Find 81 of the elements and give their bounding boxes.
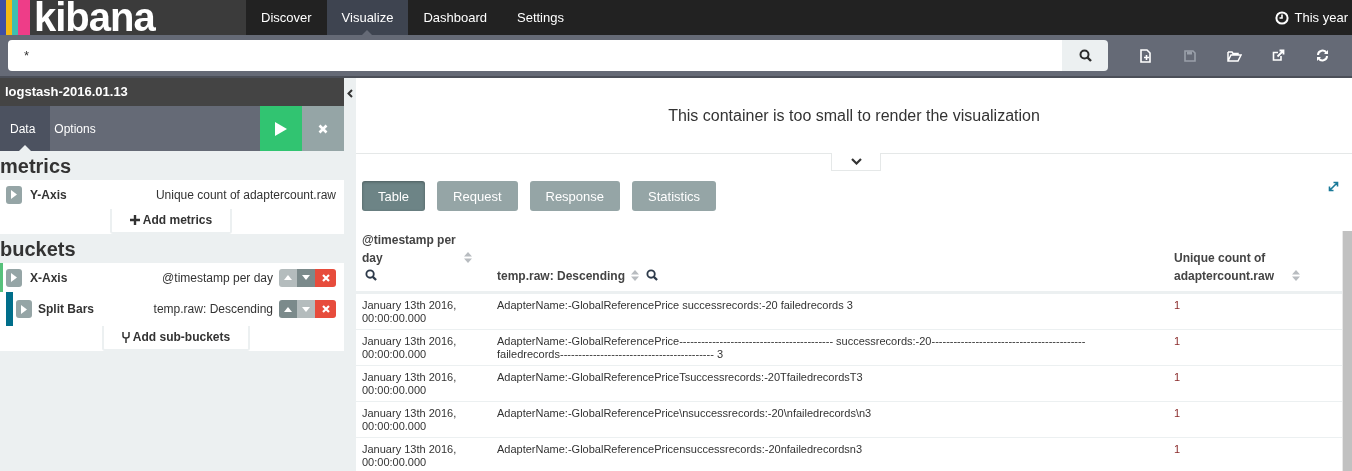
table-cell: 1 <box>1174 335 1181 347</box>
sort-icon[interactable] <box>1292 270 1301 281</box>
scrollbar[interactable] <box>1342 231 1352 471</box>
refresh-icon <box>1315 49 1329 62</box>
collapse-sidebar-button[interactable] <box>344 86 356 100</box>
toggle-inspector-button[interactable] <box>831 153 881 171</box>
column-header[interactable]: @timestamp per day <box>362 231 458 267</box>
search-field[interactable]: * <box>8 40 1062 71</box>
aggregation-label: X-Axis <box>30 270 68 285</box>
plus-icon <box>129 215 140 225</box>
fork-icon <box>121 331 130 343</box>
logo-stripes-icon <box>0 0 30 35</box>
caret-right-icon <box>11 273 17 282</box>
column-header[interactable]: Unique count of adaptercount.raw <box>1174 249 1286 285</box>
chevron-down-icon <box>850 158 862 165</box>
column-header[interactable]: temp.raw: Descending <box>497 267 626 285</box>
time-picker[interactable]: This year <box>1274 0 1348 35</box>
add-button[interactable]: Add metrics <box>109 209 233 234</box>
table-cell: January 13th 2016, 00:00:00.000 <box>362 335 457 360</box>
section-heading: buckets <box>0 237 77 262</box>
aggregation-description: temp.raw: Descending <box>152 302 273 316</box>
table-cell: AdapterName:-GlobalReferencePricensuccessrecords:-20nfailedrecordsn3 <box>497 443 862 455</box>
triangle-down-icon <box>302 306 310 312</box>
table-cell: AdapterName:-GlobalReferencePrice------------------------------------------ successrecords:-20------------------------------------------ failedrecords------------------------------------------ 3 <box>497 335 1086 360</box>
search-button[interactable] <box>1062 40 1108 71</box>
table-cell: AdapterName:-GlobalReferencePriceTsuccessrecords:-20TfailedrecordsT3 <box>497 371 863 383</box>
sort-icon[interactable] <box>464 252 473 263</box>
table-cell: January 13th 2016, 00:00:00.000 <box>362 371 457 396</box>
expand-arrows-icon <box>1327 180 1339 192</box>
table-cell: AdapterName:-GlobalReferencePrice\nsuccessrecords:-20\nfailedrecords\n3 <box>497 407 872 419</box>
new-document-icon <box>1140 48 1152 63</box>
triangle-up-icon <box>284 306 292 312</box>
table-cell: January 13th 2016, 00:00:00.000 <box>362 407 457 432</box>
table-cell: 1 <box>1174 407 1181 419</box>
aggregation-description: @timestamp per day <box>161 270 273 285</box>
triangle-down-icon <box>302 275 310 280</box>
section-heading: metrics <box>0 154 73 179</box>
sort-icon[interactable] <box>631 270 640 281</box>
inspector-tab[interactable]: Table <box>362 181 426 211</box>
nav-tab[interactable]: Discover <box>246 0 327 35</box>
index-pattern-title: logstash-2016.01.13 <box>0 78 344 106</box>
chevron-left-icon <box>347 88 353 98</box>
search-icon[interactable] <box>365 269 377 281</box>
search-icon <box>1078 49 1092 62</box>
close-icon <box>321 305 330 313</box>
nav-tab[interactable]: Settings <box>502 0 579 35</box>
visualization-message: This container is too small to render the visualization <box>668 106 1040 125</box>
external-link-icon <box>1271 49 1285 62</box>
sidebar-tab[interactable]: Options <box>50 106 112 151</box>
remove-button[interactable] <box>315 300 336 318</box>
apply-button[interactable] <box>260 106 302 151</box>
add-button[interactable]: Add sub-buckets <box>101 326 251 351</box>
aggregation-description: Unique count of adaptercount.raw <box>154 187 336 202</box>
close-icon <box>321 273 330 282</box>
move-up-button[interactable] <box>279 300 297 318</box>
aggregation-label: Y-Axis <box>30 187 67 202</box>
caret-right-icon <box>21 304 27 314</box>
remove-button[interactable] <box>315 268 336 287</box>
logo: kibana <box>34 0 155 35</box>
clock-icon <box>1274 10 1289 25</box>
table-cell: January 13th 2016, 00:00:00.000 <box>362 443 457 468</box>
expand-toggle[interactable] <box>6 185 22 204</box>
expand-toggle[interactable] <box>16 300 32 318</box>
table-cell: January 13th 2016, 00:00:00.000 <box>362 299 457 324</box>
caret-right-icon <box>11 190 17 199</box>
sidebar-tab[interactable]: Data <box>0 106 51 151</box>
play-icon <box>275 121 287 136</box>
folder-icon <box>1226 49 1242 62</box>
move-down-button[interactable] <box>297 268 315 287</box>
table-cell: 1 <box>1174 299 1181 311</box>
aggregation-label: Split Bars <box>38 302 94 316</box>
table-cell: AdapterName:-GlobalReferencePrice successrecords:-20 failedrecords 3 <box>497 299 853 311</box>
expand-button[interactable] <box>1326 179 1340 193</box>
table-cell: 1 <box>1174 371 1181 383</box>
nav-tab[interactable]: Visualize <box>326 0 409 35</box>
search-icon[interactable] <box>645 269 658 281</box>
close-icon <box>318 123 328 134</box>
triangle-up-icon <box>284 275 292 280</box>
table-cell: 1 <box>1174 443 1181 455</box>
expand-toggle[interactable] <box>6 268 22 287</box>
nav-tab[interactable]: Dashboard <box>408 0 502 35</box>
